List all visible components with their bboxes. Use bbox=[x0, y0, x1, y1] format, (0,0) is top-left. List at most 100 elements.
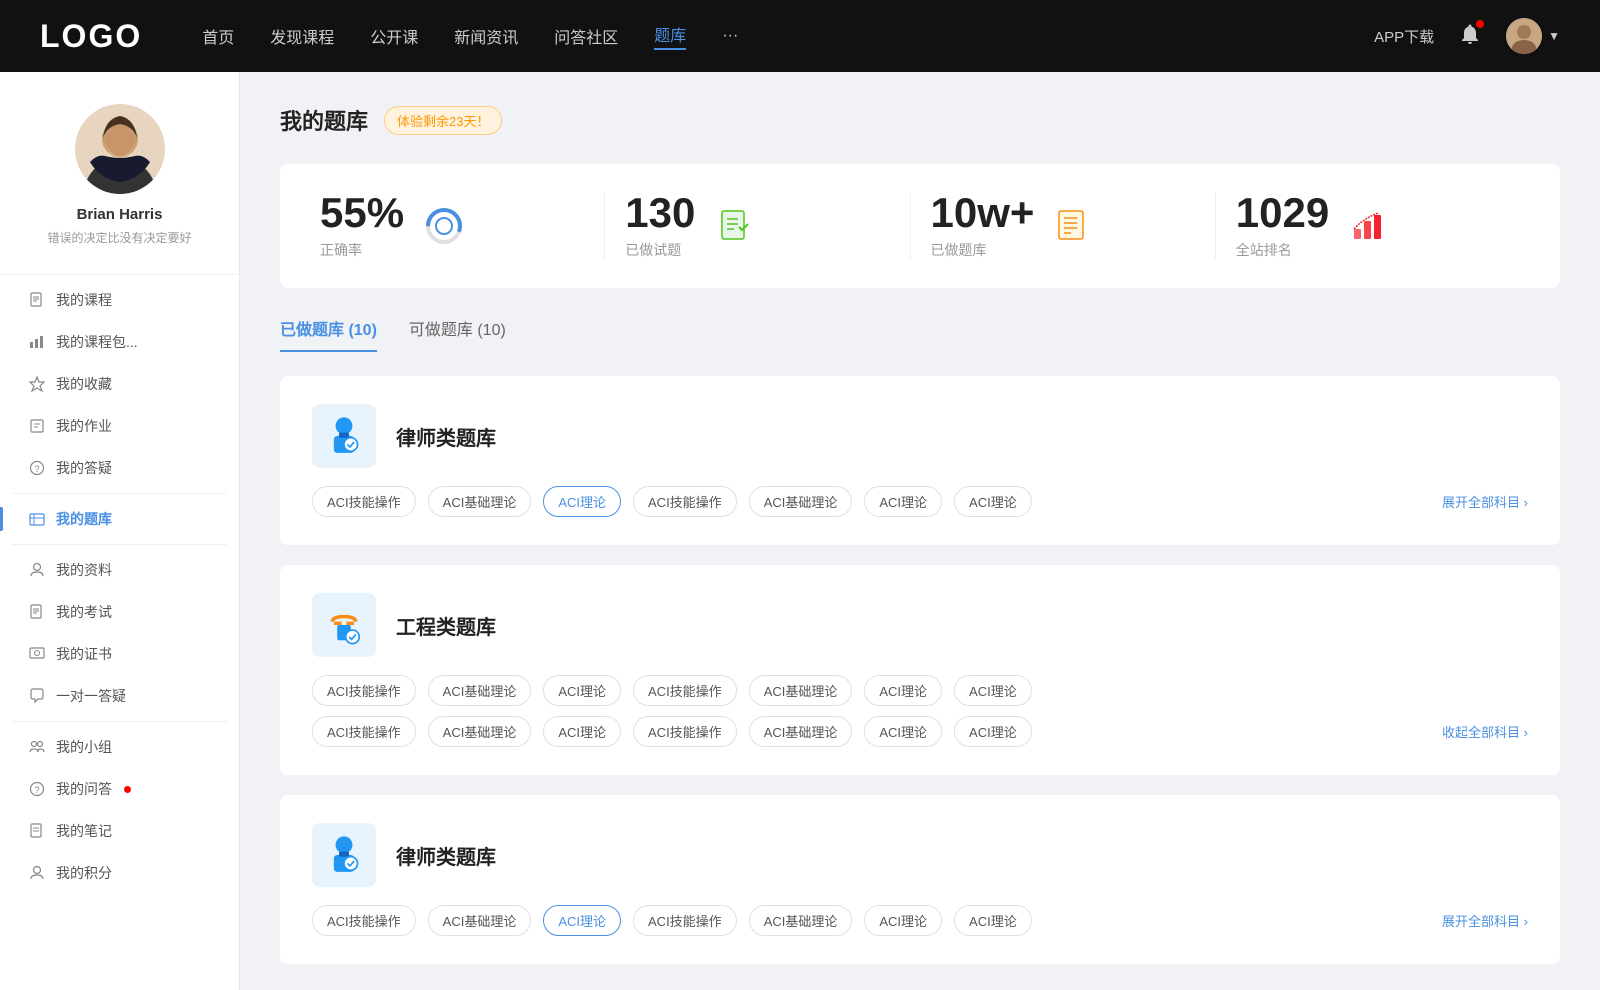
collapse-link-engineer[interactable]: 收起全部科目 › bbox=[1442, 722, 1528, 741]
sidebar-item-favorites[interactable]: 我的收藏 bbox=[12, 363, 227, 405]
user-avatar-nav[interactable]: ▼ bbox=[1506, 18, 1560, 54]
stat-done-questions: 130 已做试题 bbox=[605, 192, 910, 260]
done-questions-icon bbox=[713, 204, 757, 248]
tag-eng2-0[interactable]: ACI技能操作 bbox=[312, 716, 416, 747]
nav-more[interactable]: ··· bbox=[722, 27, 738, 45]
tag-lawyer1-4[interactable]: ACI基础理论 bbox=[749, 486, 853, 517]
sidebar-item-my-cert[interactable]: 我的证书 bbox=[12, 633, 227, 675]
expand-link-lawyer2[interactable]: 展开全部科目 › bbox=[1442, 911, 1528, 930]
sidebar-item-my-notes[interactable]: 我的笔记 bbox=[12, 810, 227, 852]
document-icon bbox=[28, 291, 46, 309]
tag-lawyer1-1[interactable]: ACI基础理论 bbox=[428, 486, 532, 517]
tag-lawyer1-3[interactable]: ACI技能操作 bbox=[633, 486, 737, 517]
expand-link-lawyer1[interactable]: 展开全部科目 › bbox=[1442, 492, 1528, 511]
tag-lawyer1-0[interactable]: ACI技能操作 bbox=[312, 486, 416, 517]
tag-lawyer2-6[interactable]: ACI理论 bbox=[954, 905, 1032, 936]
tag-lawyer2-1[interactable]: ACI基础理论 bbox=[428, 905, 532, 936]
question2-icon: ? bbox=[28, 780, 46, 798]
svg-text:?: ? bbox=[34, 785, 39, 795]
stat-ranking-number: 1029 bbox=[1236, 192, 1329, 234]
tag-lawyer2-3[interactable]: ACI技能操作 bbox=[633, 905, 737, 936]
stat-ranking: 1029 全站排名 bbox=[1216, 192, 1520, 260]
sidebar-item-my-exam[interactable]: 我的考试 bbox=[12, 591, 227, 633]
tag-lawyer2-0[interactable]: ACI技能操作 bbox=[312, 905, 416, 936]
tag-lawyer2-5[interactable]: ACI理论 bbox=[864, 905, 942, 936]
stat-accuracy-values: 55% 正确率 bbox=[320, 192, 404, 260]
homework-icon bbox=[28, 417, 46, 435]
notification-bell[interactable] bbox=[1458, 22, 1482, 51]
stat-done-label: 已做试题 bbox=[625, 240, 695, 260]
tag-eng-4[interactable]: ACI基础理论 bbox=[749, 675, 853, 706]
sidebar-item-my-questions[interactable]: ? 我的问答 bbox=[12, 768, 227, 810]
bank-card-engineer-header: 工程类题库 bbox=[312, 593, 1528, 657]
star-icon bbox=[28, 375, 46, 393]
notification-dot bbox=[1476, 20, 1484, 28]
accuracy-icon bbox=[422, 204, 466, 248]
exam-icon bbox=[28, 603, 46, 621]
tab-available-banks[interactable]: 可做题库 (10) bbox=[409, 316, 506, 352]
stat-ranking-label: 全站排名 bbox=[1236, 240, 1329, 260]
topnav: LOGO 首页 发现课程 公开课 新闻资讯 问答社区 题库 ··· APP下载 … bbox=[0, 0, 1600, 72]
sidebar-item-my-points[interactable]: 我的积分 bbox=[12, 852, 227, 894]
bank-card-lawyer-1: 律师类题库 ACI技能操作 ACI基础理论 ACI理论 ACI技能操作 ACI基… bbox=[280, 376, 1560, 545]
tag-eng2-3[interactable]: ACI技能操作 bbox=[633, 716, 737, 747]
sidebar-label-my-course: 我的课程 bbox=[56, 290, 112, 310]
nav-qa[interactable]: 问答社区 bbox=[554, 24, 618, 48]
sidebar-label-my-qa: 我的答疑 bbox=[56, 458, 112, 478]
nav-open-course[interactable]: 公开课 bbox=[370, 24, 418, 48]
ranking-icon bbox=[1347, 204, 1391, 248]
tag-eng2-5[interactable]: ACI理论 bbox=[864, 716, 942, 747]
bank-name-lawyer-2: 律师类题库 bbox=[396, 841, 496, 870]
tag-eng2-4[interactable]: ACI基础理论 bbox=[749, 716, 853, 747]
tag-eng-3[interactable]: ACI技能操作 bbox=[633, 675, 737, 706]
app-download-link[interactable]: APP下载 bbox=[1374, 26, 1434, 47]
sidebar-item-1to1-qa[interactable]: 一对一答疑 bbox=[12, 675, 227, 717]
bank-card-lawyer-2: 律师类题库 ACI技能操作 ACI基础理论 ACI理论 ACI技能操作 ACI基… bbox=[280, 795, 1560, 964]
sidebar-item-question-bank[interactable]: 我的题库 bbox=[12, 498, 227, 540]
tag-lawyer1-6[interactable]: ACI理论 bbox=[954, 486, 1032, 517]
tag-lawyer2-2[interactable]: ACI理论 bbox=[543, 905, 621, 936]
sidebar-item-course-package[interactable]: 我的课程包... bbox=[12, 321, 227, 363]
sidebar-label-my-notes: 我的笔记 bbox=[56, 821, 112, 841]
tag-lawyer1-5[interactable]: ACI理论 bbox=[864, 486, 942, 517]
lawyer-bank-icon-1 bbox=[312, 404, 376, 468]
tag-eng2-6[interactable]: ACI理论 bbox=[954, 716, 1032, 747]
sidebar-item-my-qa[interactable]: ? 我的答疑 bbox=[12, 447, 227, 489]
tag-eng-5[interactable]: ACI理论 bbox=[864, 675, 942, 706]
nav-news[interactable]: 新闻资讯 bbox=[454, 24, 518, 48]
sidebar-item-my-profile[interactable]: 我的资料 bbox=[12, 549, 227, 591]
pie-chart-icon bbox=[424, 206, 464, 246]
sidebar-label-my-cert: 我的证书 bbox=[56, 644, 112, 664]
sidebar-item-my-course[interactable]: 我的课程 bbox=[12, 279, 227, 321]
stat-done-banks: 10w+ 已做题库 bbox=[911, 192, 1216, 260]
tag-eng-0[interactable]: ACI技能操作 bbox=[312, 675, 416, 706]
tag-eng2-2[interactable]: ACI理论 bbox=[543, 716, 621, 747]
bank-name-lawyer-1: 律师类题库 bbox=[396, 422, 496, 451]
nav-home[interactable]: 首页 bbox=[202, 24, 234, 48]
tag-lawyer2-4[interactable]: ACI基础理论 bbox=[749, 905, 853, 936]
stat-banks-values: 10w+ 已做题库 bbox=[931, 192, 1035, 260]
tag-eng-6[interactable]: ACI理论 bbox=[954, 675, 1032, 706]
sidebar-item-my-group[interactable]: 我的小组 bbox=[12, 726, 227, 768]
tag-eng-2[interactable]: ACI理论 bbox=[543, 675, 621, 706]
sidebar-label-1to1-qa: 一对一答疑 bbox=[56, 686, 126, 706]
sidebar-label-question-bank: 我的题库 bbox=[56, 509, 112, 529]
trial-badge: 体验剩余23天！ bbox=[384, 106, 502, 135]
tag-lawyer1-2[interactable]: ACI理论 bbox=[543, 486, 621, 517]
sidebar: Brian Harris 错误的决定比没有决定要好 我的课程 我的课程包... bbox=[0, 72, 240, 990]
stat-accuracy: 55% 正确率 bbox=[320, 192, 605, 260]
notes-icon bbox=[28, 822, 46, 840]
sidebar-label-homework: 我的作业 bbox=[56, 416, 112, 436]
sidebar-divider-4 bbox=[12, 721, 227, 722]
chat-icon bbox=[28, 687, 46, 705]
tag-eng2-1[interactable]: ACI基础理论 bbox=[428, 716, 532, 747]
sidebar-item-homework[interactable]: 我的作业 bbox=[12, 405, 227, 447]
nav-discover[interactable]: 发现课程 bbox=[270, 24, 334, 48]
nav-avatar-chevron: ▼ bbox=[1548, 29, 1560, 43]
tag-eng-1[interactable]: ACI基础理论 bbox=[428, 675, 532, 706]
sidebar-menu: 我的课程 我的课程包... 我的收藏 我的作业 bbox=[0, 279, 239, 894]
nav-avatar-svg bbox=[1506, 18, 1542, 54]
tab-done-banks[interactable]: 已做题库 (10) bbox=[280, 316, 377, 352]
nav-question-bank[interactable]: 题库 bbox=[654, 22, 686, 50]
page-title: 我的题库 bbox=[280, 104, 368, 136]
